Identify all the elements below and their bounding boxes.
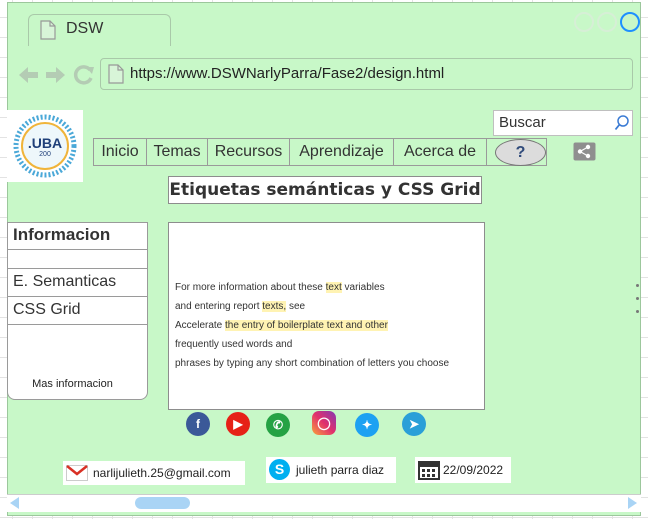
footer-skype: S julieth parra diaz <box>266 457 396 483</box>
instagram-icon[interactable]: ◯ <box>312 411 336 435</box>
tab-title: DSW <box>66 20 104 37</box>
content-line-1: For more information about these text va… <box>175 282 385 293</box>
content-line-5: phrases by typing any short combination … <box>175 358 450 369</box>
resize-dot <box>636 284 639 287</box>
skype-icon: S <box>269 459 290 480</box>
logo-text: .UBA <box>27 135 63 151</box>
calendar-icon <box>418 461 440 480</box>
url-page-icon <box>108 64 124 84</box>
skype-name-text: julieth parra diaz <box>296 463 385 477</box>
nav-item-recursos[interactable]: Recursos <box>207 138 290 166</box>
twitter-icon[interactable]: ✦ <box>355 413 379 437</box>
scroll-left-icon[interactable] <box>10 497 19 509</box>
share-icon[interactable] <box>573 142 596 161</box>
page-title: Etiquetas semánticas y CSS Grid <box>168 176 482 204</box>
window-max-icon[interactable] <box>597 12 617 32</box>
nav-item-inicio[interactable]: Inicio <box>93 138 147 166</box>
email-text[interactable]: narlijulieth.25@gmail.com <box>93 461 231 485</box>
scroll-thumb[interactable] <box>135 497 190 509</box>
scroll-right-icon[interactable] <box>628 497 637 509</box>
sidebar-item-empty[interactable] <box>7 250 148 269</box>
reload-icon[interactable] <box>73 64 95 86</box>
content-line-3: Accelerate the entry of boilerplate text… <box>175 320 388 331</box>
search-icon[interactable] <box>614 115 630 131</box>
window-close-icon[interactable] <box>620 12 640 32</box>
facebook-icon[interactable]: f <box>186 412 210 436</box>
logo-subtext: 200 <box>39 151 51 158</box>
sidebar-header: Informacion <box>7 222 148 250</box>
gmail-icon <box>66 465 88 481</box>
footer-date: 22/09/2022 <box>415 457 511 483</box>
page-icon <box>40 20 56 40</box>
content-line-4: frequently used words and <box>175 339 293 350</box>
nav-item-acerca-de[interactable]: Acerca de <box>393 138 487 166</box>
sidebar-more-link[interactable]: Mas informacion <box>7 378 138 390</box>
url-text: https://www.DSWNarlyParra/Fase2/design.h… <box>130 65 445 82</box>
sidebar-item-css-grid[interactable]: CSS Grid <box>7 297 148 325</box>
telegram-icon[interactable]: ➤ <box>402 412 426 436</box>
date-text: 22/09/2022 <box>443 463 504 477</box>
resize-dot <box>636 310 639 313</box>
youtube-icon[interactable]: ▶ <box>226 412 250 436</box>
window-min-icon[interactable] <box>574 12 594 32</box>
nav-item-temas[interactable]: Temas <box>146 138 208 166</box>
whatsapp-icon[interactable]: ✆ <box>266 413 290 437</box>
logo-container: .UBA 200 <box>7 110 83 182</box>
content-box <box>168 222 485 410</box>
help-button[interactable]: ? <box>495 139 546 166</box>
forward-arrow-icon[interactable] <box>45 66 67 84</box>
search-placeholder: Buscar <box>499 114 546 131</box>
footer-email: narlijulieth.25@gmail.com <box>63 461 245 485</box>
nav-item-aprendizaje[interactable]: Aprendizaje <box>289 138 394 166</box>
back-arrow-icon[interactable] <box>17 66 39 84</box>
horizontal-scrollbar[interactable] <box>7 494 641 512</box>
content-line-2: and entering report texts, see <box>175 301 306 312</box>
sidebar-item-semanticas[interactable]: E. Semanticas <box>7 269 148 297</box>
resize-dot <box>636 297 639 300</box>
